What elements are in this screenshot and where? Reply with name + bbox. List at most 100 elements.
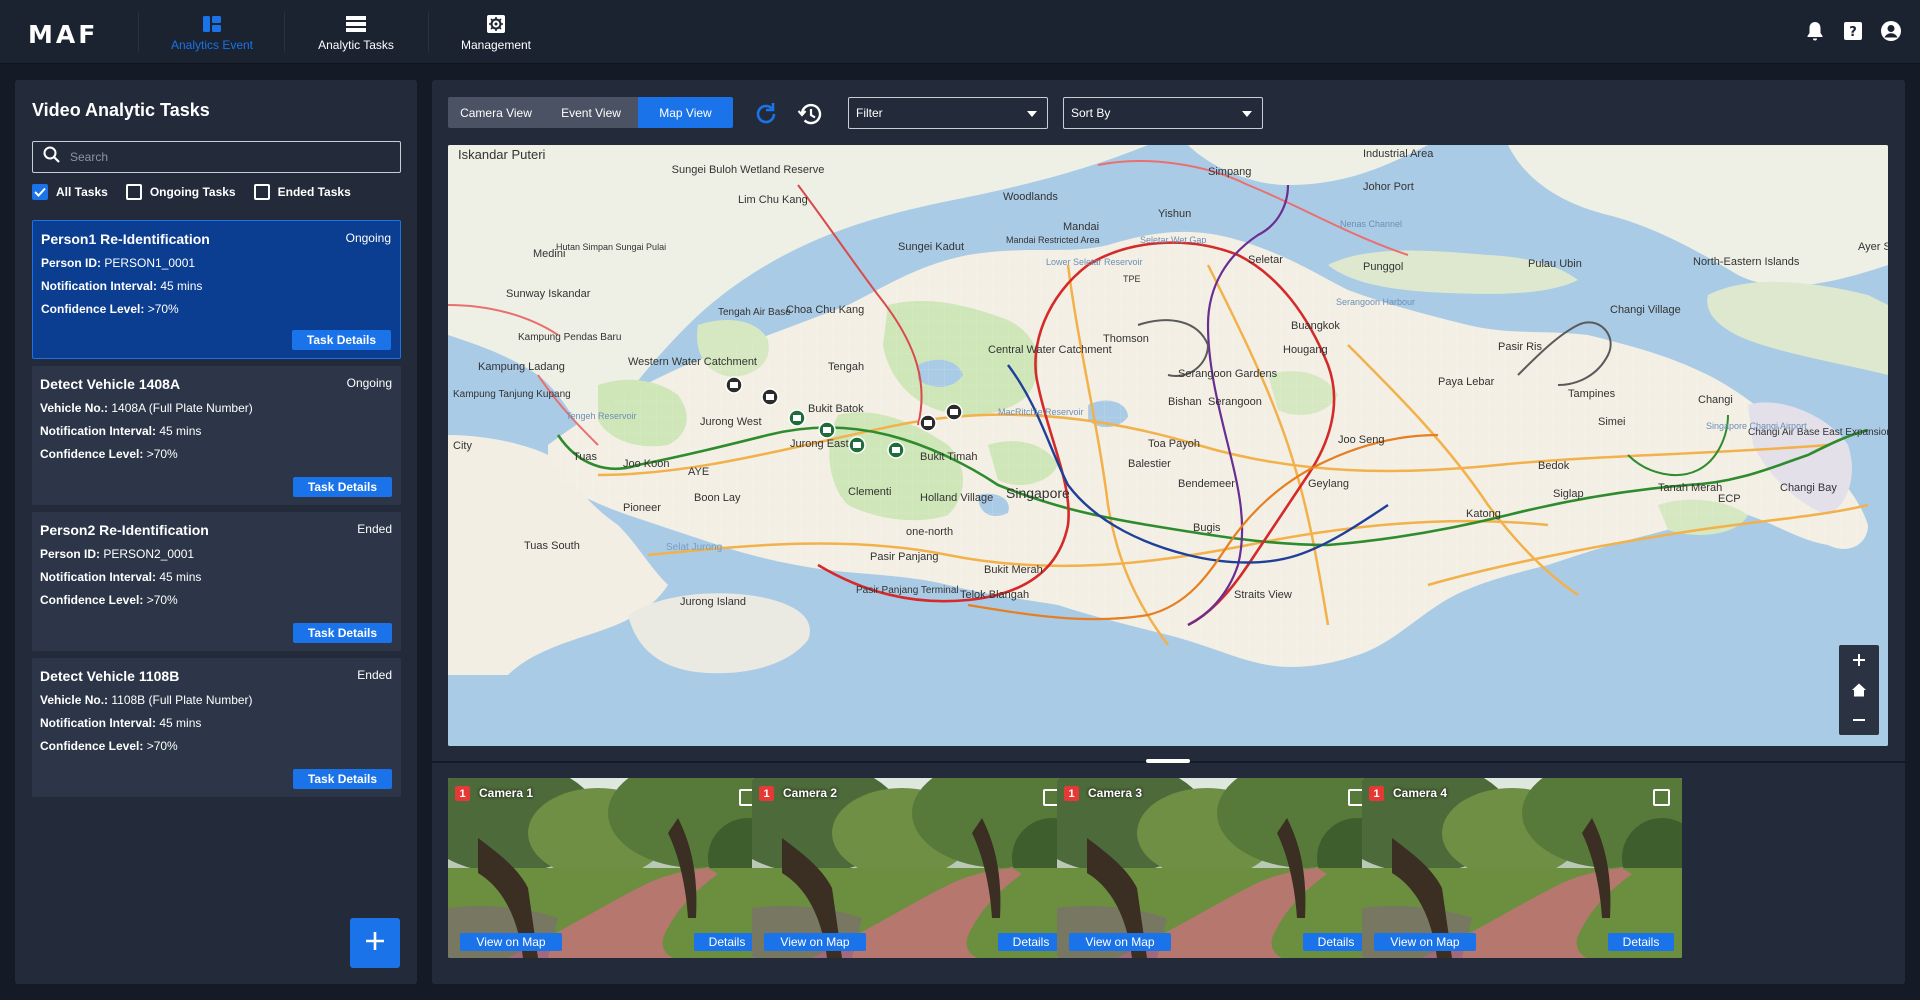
task-details-button[interactable]: Task Details [293, 623, 392, 643]
camera-marker-icon [945, 403, 963, 421]
svg-text:Lim Chu Kang: Lim Chu Kang [738, 194, 808, 206]
task-detail-row: Notification Interval: 45 mins [40, 424, 202, 438]
zoom-out-icon[interactable] [1847, 708, 1871, 732]
nav-separator [284, 12, 285, 52]
nav-management[interactable]: Management [452, 0, 540, 64]
dropdown-label: Sort By [1071, 106, 1111, 120]
help-icon[interactable]: ? [1842, 20, 1864, 42]
camera-card-2[interactable]: 1 Camera 2 View on Map Details [752, 778, 1072, 958]
task-detail-row: Vehicle No.: 1408A (Full Plate Number) [40, 401, 253, 415]
svg-text:Tengah: Tengah [828, 361, 864, 373]
task-card-person2-reid[interactable]: Person2 Re-Identification Ended Person I… [32, 512, 401, 651]
svg-text:Iskandar Puteri: Iskandar Puteri [458, 147, 546, 162]
search-input[interactable] [70, 150, 390, 164]
svg-text:Serangoon Gardens: Serangoon Gardens [1178, 368, 1278, 380]
svg-text:Selat Jurong: Selat Jurong [666, 542, 722, 553]
map-graphic: Iskandar Puteri Sungei Buloh Wetland Res… [448, 145, 1888, 746]
task-card-person1-reid[interactable]: Person1 Re-Identification Ongoing Person… [32, 220, 401, 359]
camera-name: Camera 4 [1393, 786, 1448, 800]
svg-text:Johor Port: Johor Port [1363, 181, 1414, 193]
svg-text:ECP: ECP [1718, 493, 1741, 505]
camera-select-checkbox[interactable] [1653, 789, 1670, 806]
svg-text:Simpang: Simpang [1208, 166, 1251, 178]
task-status: Ongoing [346, 376, 392, 390]
checkbox-checked-icon [32, 184, 48, 200]
view-on-map-button[interactable]: View on Map [764, 933, 866, 951]
top-navigation-bar: MAF Analytics Event Analytic Tasks Manag… [0, 0, 1920, 64]
details-button[interactable]: Details [998, 933, 1064, 951]
camera-marker-icon [818, 421, 836, 439]
filter-ongoing-tasks[interactable]: Ongoing Tasks [125, 184, 236, 200]
svg-text:Sungei Kadut: Sungei Kadut [898, 241, 964, 253]
svg-text:Ayer S: Ayer S [1858, 241, 1888, 253]
svg-text:Seletar: Seletar [1248, 254, 1283, 266]
task-card-vehicle-1408a[interactable]: Detect Vehicle 1408A Ongoing Vehicle No.… [32, 366, 401, 505]
task-detail-row: Confidence Level: >70% [40, 593, 178, 607]
account-icon[interactable] [1880, 20, 1902, 42]
svg-text:City: City [453, 440, 472, 452]
resize-handle[interactable] [1146, 759, 1190, 763]
svg-text:one-north: one-north [906, 526, 953, 538]
top-right-icons: ? [1804, 20, 1902, 42]
task-details-button[interactable]: Task Details [293, 769, 392, 789]
svg-text:Holland Village: Holland Village [920, 492, 993, 504]
nav-analytics-event[interactable]: Analytics Event [166, 0, 258, 64]
tab-map-view[interactable]: Map View [638, 97, 733, 128]
svg-text:Tuas: Tuas [573, 451, 598, 463]
filter-ended-tasks[interactable]: Ended Tasks [253, 184, 351, 200]
dropdown-label: Filter [856, 106, 883, 120]
map-canvas[interactable]: Iskandar Puteri Sungei Buloh Wetland Res… [448, 145, 1888, 746]
bell-icon[interactable] [1804, 20, 1826, 42]
svg-text:Tanah Merah: Tanah Merah [1658, 482, 1722, 494]
svg-text:Kampung Pendas Baru: Kampung Pendas Baru [518, 332, 621, 343]
checkbox-icon [125, 184, 142, 200]
task-details-button[interactable]: Task Details [292, 330, 391, 350]
task-card-vehicle-1108b[interactable]: Detect Vehicle 1108B Ended Vehicle No.: … [32, 658, 401, 797]
svg-text:Pioneer: Pioneer [623, 502, 661, 514]
filter-dropdown[interactable]: Filter [848, 97, 1048, 129]
svg-text:Bukit Timah: Bukit Timah [920, 451, 977, 463]
svg-text:Tengeh Reservoir: Tengeh Reservoir [566, 411, 637, 421]
home-icon[interactable] [1847, 678, 1871, 702]
svg-text:Boon Lay: Boon Lay [694, 492, 741, 504]
details-button[interactable]: Details [1303, 933, 1369, 951]
map-view-panel: Camera View Event View Map View Filter S… [432, 80, 1905, 984]
svg-text:Balestier: Balestier [1128, 458, 1171, 470]
details-button[interactable]: Details [694, 933, 760, 951]
nav-analytic-tasks[interactable]: Analytic Tasks [310, 0, 402, 64]
camera-card-1[interactable]: 1 Camera 1 View on Map Details [448, 778, 768, 958]
filter-label: Ended Tasks [277, 185, 351, 199]
camera-marker-icon [887, 441, 905, 459]
tab-event-view[interactable]: Event View [544, 97, 638, 128]
filter-all-tasks[interactable]: All Tasks [32, 184, 108, 200]
task-details-button[interactable]: Task Details [293, 477, 392, 497]
view-on-map-button[interactable]: View on Map [1069, 933, 1171, 951]
camera-card-3[interactable]: 1 Camera 3 View on Map Details [1057, 778, 1377, 958]
history-icon[interactable] [796, 100, 824, 128]
task-list-panel: Video Analytic Tasks All Tasks Ongoing T… [15, 80, 417, 984]
add-task-button[interactable] [350, 918, 400, 968]
svg-text:Sungei Buloh Wetland Reserve: Sungei Buloh Wetland Reserve [672, 164, 825, 176]
svg-text:Central Water Catchment: Central Water Catchment [988, 344, 1112, 356]
svg-text:Joo Koon: Joo Koon [623, 458, 669, 470]
refresh-icon[interactable] [752, 100, 780, 128]
svg-text:Lower Seletar Reservoir: Lower Seletar Reservoir [1046, 257, 1143, 267]
camera-marker-icon [761, 388, 779, 406]
svg-text:Bugis: Bugis [1193, 522, 1221, 534]
svg-text:Jurong West: Jurong West [700, 416, 762, 428]
svg-text:Siglap: Siglap [1553, 488, 1584, 500]
task-title: Person1 Re-Identification [41, 231, 210, 247]
app-logo: MAF [28, 20, 99, 49]
sort-dropdown[interactable]: Sort By [1063, 97, 1263, 129]
zoom-in-icon[interactable] [1847, 648, 1871, 672]
details-button[interactable]: Details [1608, 933, 1674, 951]
task-filters: All Tasks Ongoing Tasks Ended Tasks [32, 184, 351, 200]
filter-label: Ongoing Tasks [149, 185, 236, 199]
view-on-map-button[interactable]: View on Map [1374, 933, 1476, 951]
svg-text:AYE: AYE [688, 466, 709, 478]
camera-card-4[interactable]: 1 Camera 4 View on Map Details [1362, 778, 1682, 958]
plus-icon [364, 930, 386, 957]
tab-camera-view[interactable]: Camera View [448, 97, 544, 128]
view-on-map-button[interactable]: View on Map [460, 933, 562, 951]
svg-text:Geylang: Geylang [1308, 478, 1349, 490]
